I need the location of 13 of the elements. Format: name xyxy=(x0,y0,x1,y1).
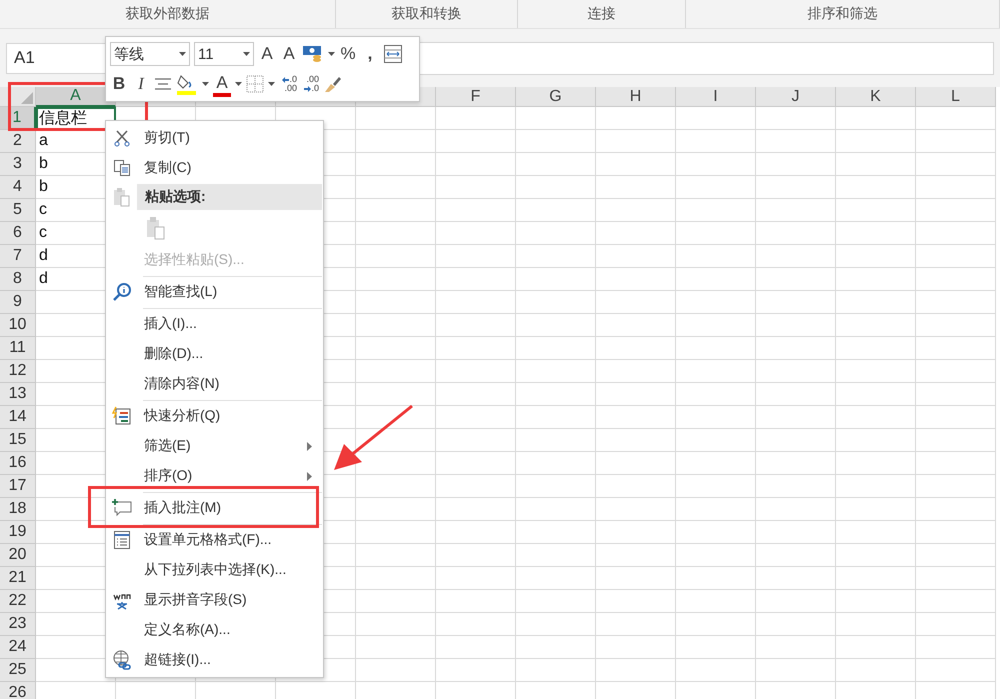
cell-text: d xyxy=(39,247,48,265)
cell-text: b xyxy=(39,178,48,196)
ribbon-group-label: 获取和转换 xyxy=(336,0,518,28)
paste-options-header: 粘贴选项: xyxy=(137,184,322,210)
cell-text: a xyxy=(39,132,48,150)
ribbon-group-label: 获取外部数据 xyxy=(0,0,336,28)
cell-text: c xyxy=(39,201,47,219)
ribbon-group-label: 连接 xyxy=(518,0,686,28)
ribbon-group-label: 排序和筛选 xyxy=(686,0,1000,28)
cell-text: d xyxy=(39,270,48,288)
cell-text: b xyxy=(39,155,48,173)
cell-text: c xyxy=(39,224,47,242)
cell-text: 信息栏 xyxy=(39,108,87,128)
